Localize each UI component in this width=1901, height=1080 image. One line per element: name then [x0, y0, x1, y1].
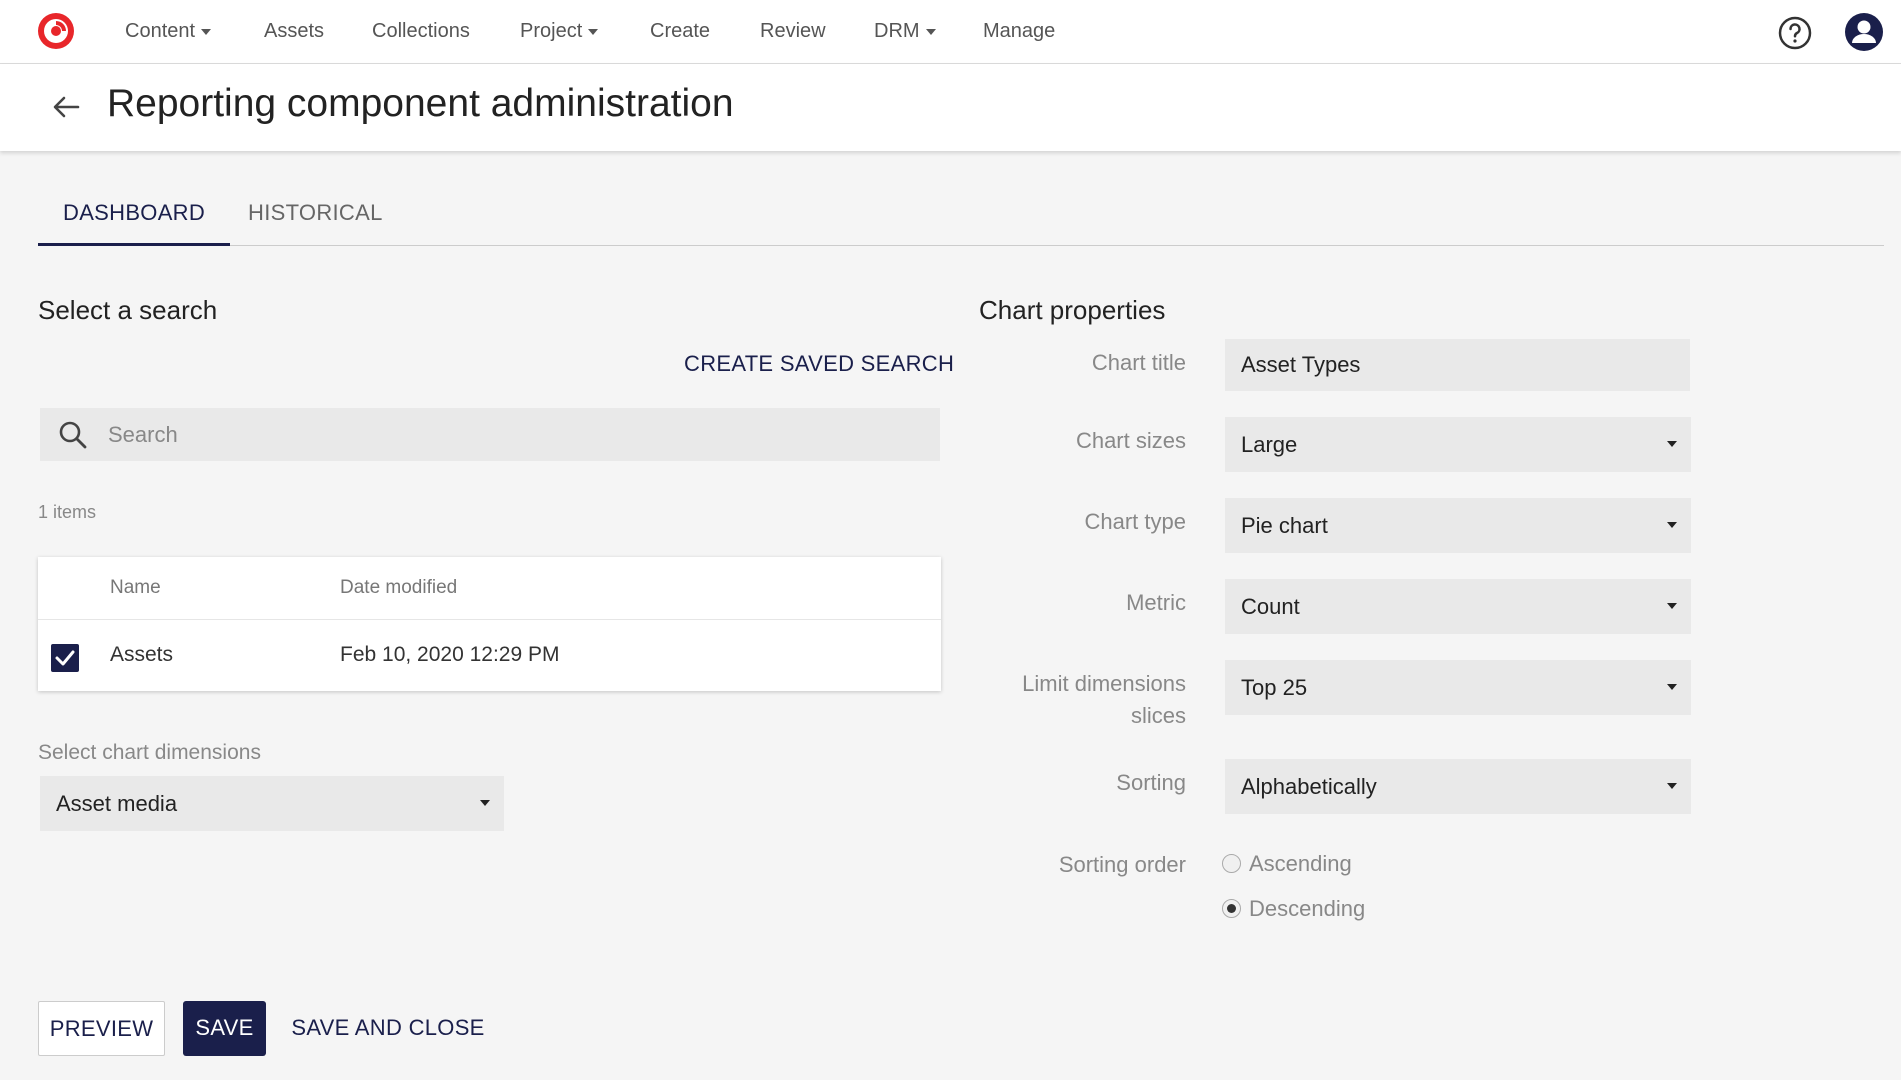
radio-button[interactable]	[1222, 854, 1241, 873]
chevron-down-icon	[1667, 783, 1677, 789]
search-box	[40, 408, 940, 461]
save-button[interactable]: SAVE	[183, 1001, 266, 1056]
chart-sizes-select[interactable]: Large	[1225, 417, 1691, 472]
limit-dimensions-label: Limit dimensions slices	[1022, 671, 1186, 728]
metric-select[interactable]: Count	[1225, 579, 1691, 634]
chevron-down-icon	[588, 28, 599, 35]
select-value: Alphabetically	[1241, 774, 1377, 799]
nav-assets[interactable]: Assets	[264, 0, 324, 62]
limit-dimensions-select[interactable]: Top 25	[1225, 660, 1691, 715]
arrow-left-icon[interactable]	[50, 91, 82, 123]
page-header: Reporting component administration	[0, 64, 1901, 151]
select-value: Pie chart	[1241, 513, 1328, 538]
help-circle-icon[interactable]	[1778, 16, 1812, 50]
nav-review[interactable]: Review	[760, 0, 826, 62]
chart-dimensions-label: Select chart dimensions	[38, 741, 261, 764]
radio-descending[interactable]: Descending	[1222, 894, 1422, 924]
radio-ascending[interactable]: Ascending	[1222, 849, 1422, 879]
user-avatar-icon[interactable]	[1844, 12, 1884, 52]
chevron-down-icon	[1667, 441, 1677, 447]
tab-bar: DASHBOARD HISTORICAL	[38, 190, 1884, 246]
nav-collections[interactable]: Collections	[372, 0, 470, 62]
select-value: Asset media	[56, 791, 178, 816]
radio-label: Ascending	[1249, 851, 1352, 876]
top-navigation-bar: Content Assets Collections Project Creat…	[0, 0, 1901, 64]
chevron-down-icon	[925, 28, 936, 35]
row-date-modified: Feb 10, 2020 12:29 PM	[340, 643, 560, 666]
nav-drm-menu[interactable]: DRM	[874, 0, 936, 62]
metric-label: Metric	[1126, 590, 1186, 615]
chart-properties-title: Chart properties	[979, 295, 1166, 325]
create-saved-search-link[interactable]: CREATE SAVED SEARCH	[684, 351, 954, 377]
select-value: Top 25	[1241, 675, 1308, 700]
saved-search-table: Name Date modified Assets Feb 10, 2020 1…	[38, 557, 941, 691]
chevron-down-icon	[1667, 684, 1677, 690]
nav-project-menu[interactable]: Project	[520, 0, 599, 62]
chevron-down-icon	[480, 800, 490, 806]
select-search-title: Select a search	[38, 295, 218, 325]
column-header-name[interactable]: Name	[110, 557, 161, 619]
nav-content-menu[interactable]: Content	[125, 0, 212, 62]
column-header-date-modified[interactable]: Date modified	[340, 557, 457, 619]
chart-type-label: Chart type	[1084, 509, 1187, 534]
table-row[interactable]: Assets Feb 10, 2020 12:29 PM	[38, 619, 941, 691]
sorting-order-label: Sorting order	[1058, 852, 1186, 877]
chart-type-select[interactable]: Pie chart	[1225, 498, 1691, 553]
chevron-down-icon	[201, 28, 212, 35]
chevron-down-icon	[1667, 603, 1677, 609]
radio-label: Descending	[1249, 896, 1366, 921]
chart-dimensions-select[interactable]: Asset media	[40, 776, 504, 831]
nav-manage[interactable]: Manage	[983, 0, 1055, 62]
chart-title-label: Chart title	[1091, 350, 1186, 375]
search-icon	[59, 421, 87, 449]
save-and-close-button[interactable]: SAVE AND CLOSE	[288, 1001, 488, 1056]
tab-historical[interactable]: HISTORICAL	[223, 190, 408, 246]
search-input[interactable]	[108, 408, 928, 461]
preview-button[interactable]: PREVIEW	[38, 1001, 165, 1056]
chart-sizes-label: Chart sizes	[1075, 428, 1186, 453]
row-checkbox[interactable]	[51, 644, 79, 672]
page-title: Reporting component administration	[107, 82, 734, 125]
sitecore-logo-icon[interactable]	[36, 11, 76, 51]
select-value: Count	[1241, 594, 1300, 619]
row-name: Assets	[110, 643, 174, 666]
items-count: 1 items	[38, 502, 97, 522]
select-value: Large	[1241, 432, 1298, 457]
tab-dashboard[interactable]: DASHBOARD	[38, 190, 231, 246]
nav-item-label: Project	[520, 20, 583, 42]
radio-button[interactable]	[1222, 899, 1241, 918]
chevron-down-icon	[1667, 522, 1677, 528]
nav-item-label: Content	[125, 20, 196, 42]
nav-item-label: DRM	[874, 20, 920, 42]
sorting-select[interactable]: Alphabetically	[1225, 759, 1691, 814]
sorting-label: Sorting	[1116, 770, 1186, 795]
chart-title-input[interactable]	[1225, 339, 1690, 391]
nav-create[interactable]: Create	[650, 0, 710, 62]
